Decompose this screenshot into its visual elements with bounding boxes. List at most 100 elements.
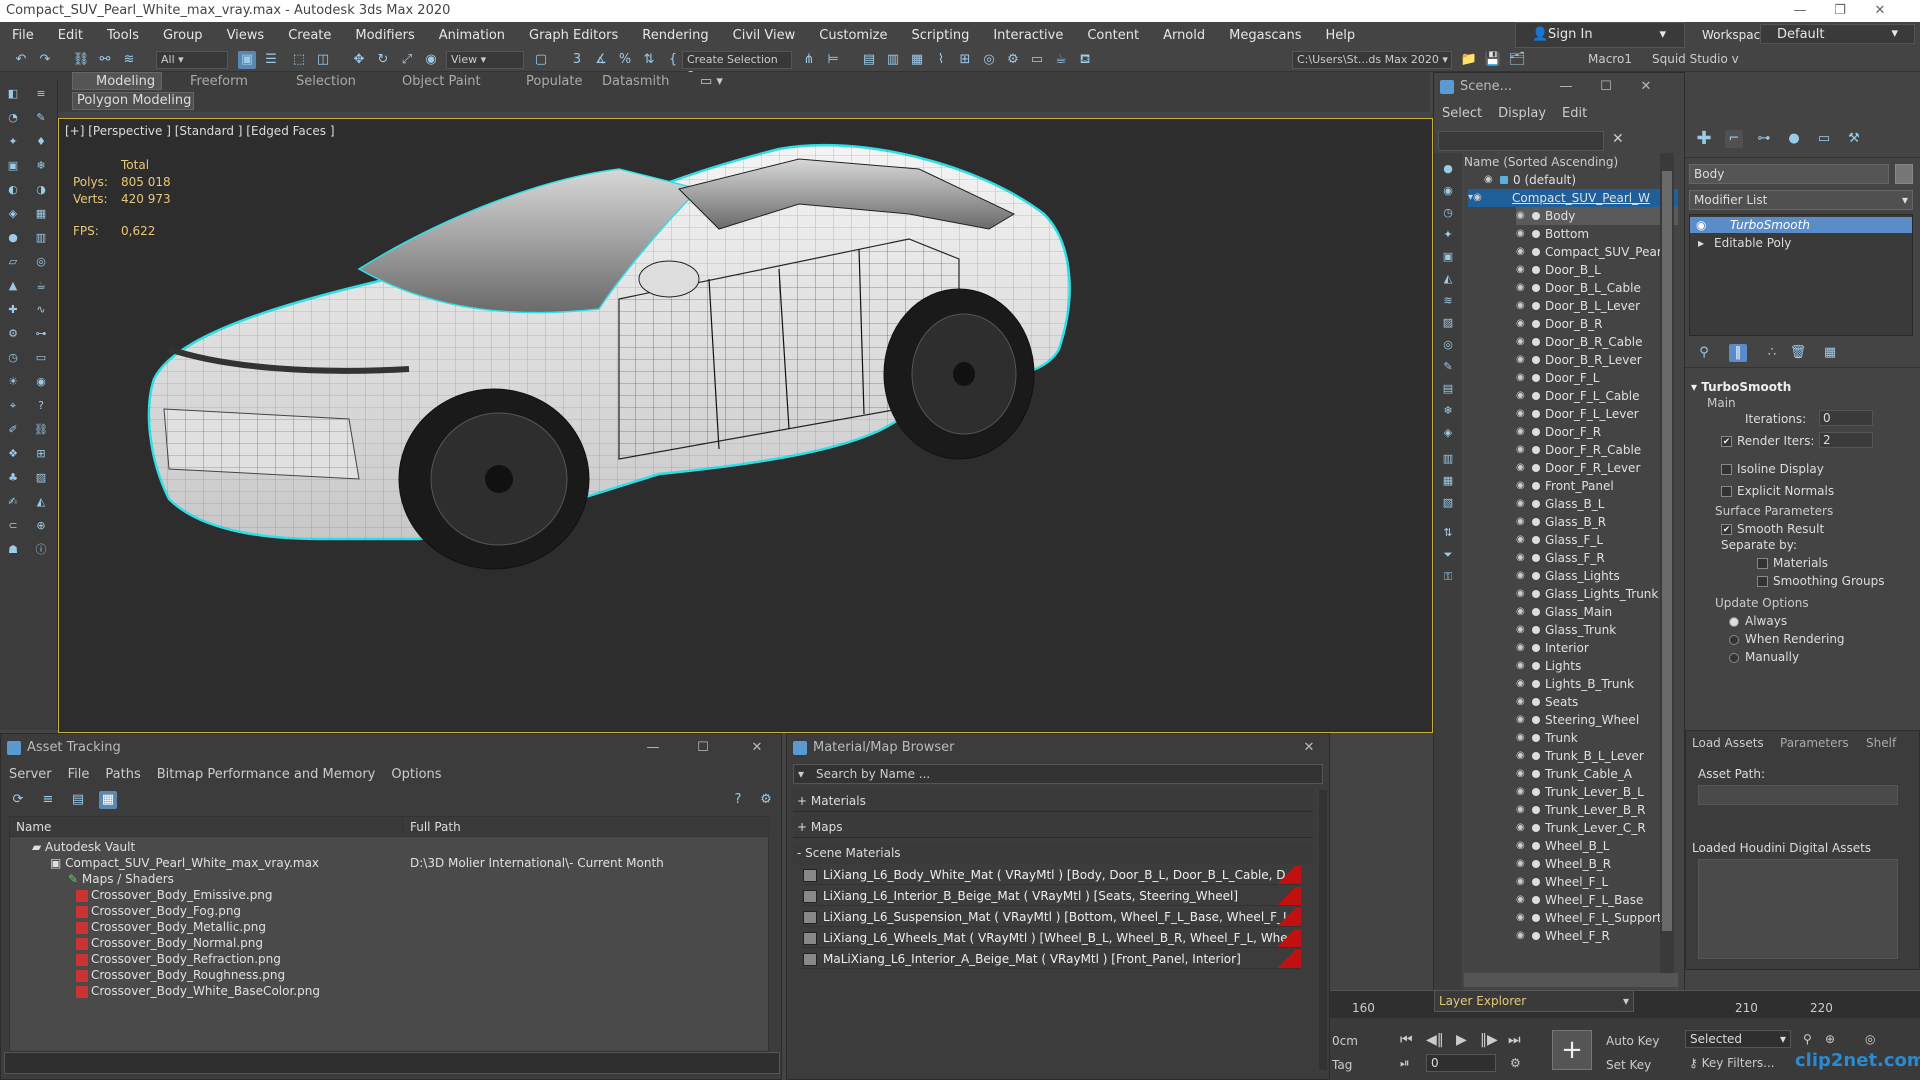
- eye-icon[interactable]: ◉: [1516, 822, 1528, 834]
- scene-material-item[interactable]: MaLiXiang_L6_Interior_A_Beige_Mat ( VRay…: [801, 950, 1301, 969]
- menu-tools[interactable]: Tools: [95, 28, 151, 43]
- materials-row[interactable]: Materials: [1757, 556, 1828, 570]
- close-button[interactable]: ✕: [1626, 73, 1666, 101]
- eye-icon[interactable]: ◉: [1516, 264, 1528, 276]
- bitmap-row[interactable]: Crossover_Body_Emissive.png: [76, 887, 273, 903]
- scene-item[interactable]: ◉ Trunk: [1516, 729, 1678, 747]
- eye-icon[interactable]: ◉: [1516, 750, 1528, 762]
- modifier-list-select[interactable]: Modifier List ▾: [1689, 190, 1913, 210]
- menu-file[interactable]: File: [0, 28, 46, 43]
- layer-default[interactable]: ◉ 0 (default): [1484, 171, 1654, 189]
- target-icon[interactable]: ⊕: [32, 518, 50, 534]
- render-iters-checkbox[interactable]: ✔: [1721, 436, 1732, 447]
- asset-path-input[interactable]: [1698, 785, 1898, 805]
- time-ruler-right[interactable]: 210 220: [1685, 990, 1920, 1018]
- scene-material-item[interactable]: LiXiang_L6_Body_White_Mat ( VRayMtl ) [B…: [801, 866, 1301, 885]
- curve-editor-icon[interactable]: ⌇: [932, 51, 950, 69]
- scene-item[interactable]: ◉ Trunk_Lever_B_R: [1516, 801, 1678, 819]
- render-setup-icon[interactable]: ⚙: [1004, 51, 1022, 69]
- scene-item[interactable]: ◉ Door_B_R_Lever: [1516, 351, 1678, 369]
- smoothing-groups-checkbox[interactable]: [1757, 576, 1768, 587]
- scene-item[interactable]: ◉ Glass_F_R: [1516, 549, 1678, 567]
- auto-key-button[interactable]: Auto Key: [1606, 1034, 1659, 1048]
- when-rendering-row[interactable]: When Rendering: [1729, 632, 1845, 646]
- bone-filter-icon[interactable]: ✎: [1439, 359, 1457, 375]
- scene-item[interactable]: ◉ Door_B_L_Cable: [1516, 279, 1678, 297]
- eye-icon[interactable]: ◉: [1516, 300, 1528, 312]
- grid-view-icon[interactable]: ▦: [99, 791, 117, 809]
- root-object[interactable]: ▾◉ Compact_SUV_Pearl_W: [1468, 189, 1678, 207]
- manually-radio[interactable]: [1729, 652, 1739, 663]
- sync-selection-icon[interactable]: ⇅: [1439, 525, 1457, 541]
- object-color-swatch[interactable]: [1895, 164, 1913, 184]
- reference-coordinate-select[interactable]: View ▾: [446, 51, 524, 69]
- eye-icon[interactable]: ◉: [1516, 678, 1528, 690]
- stack-turbosmooth[interactable]: ◉ TurboSmooth: [1690, 217, 1912, 233]
- search-icon[interactable]: ⚲: [1803, 1032, 1812, 1046]
- eye-icon[interactable]: ◉: [1516, 282, 1528, 294]
- menu-edit[interactable]: Edit: [46, 28, 95, 43]
- menu-modifiers[interactable]: Modifiers: [343, 28, 426, 43]
- particle-icon[interactable]: ❖: [4, 446, 22, 462]
- hide-icon[interactable]: ◐: [4, 182, 22, 198]
- viewport-layout-icon[interactable]: ◧: [4, 86, 22, 102]
- previous-frame-icon[interactable]: ◀‖: [1426, 1032, 1444, 1048]
- geometry-filter-icon[interactable]: ◉: [1439, 183, 1457, 199]
- scene-item[interactable]: ◉ Door_F_R_Lever: [1516, 459, 1678, 477]
- rect-selection-icon[interactable]: ⬚: [290, 51, 308, 69]
- sign-in-button[interactable]: 👤 Sign In ▾: [1515, 22, 1685, 48]
- light-filter-icon[interactable]: ✦: [1439, 227, 1457, 243]
- tab-load-assets[interactable]: Load Assets: [1692, 736, 1764, 750]
- clear-search-icon[interactable]: ✕: [1612, 131, 1624, 147]
- eye-icon[interactable]: ◉: [1516, 840, 1528, 852]
- maps-group[interactable]: + Maps: [793, 816, 1313, 838]
- brush-icon[interactable]: ✍: [4, 494, 22, 510]
- pin-stack-icon[interactable]: ⚲: [1695, 344, 1713, 362]
- eye-icon[interactable]: ◉: [1516, 336, 1528, 348]
- motion-tab-icon[interactable]: ●: [1785, 130, 1803, 148]
- align-icon[interactable]: ⊨: [824, 51, 842, 69]
- close-button[interactable]: ✕: [1289, 734, 1329, 762]
- eye-icon[interactable]: ◉: [1484, 174, 1496, 186]
- scene-item[interactable]: ◉ Front_Panel: [1516, 477, 1678, 495]
- menu-civil-view[interactable]: Civil View: [721, 28, 808, 43]
- torus-icon[interactable]: ◎: [32, 254, 50, 270]
- eye-tool-icon[interactable]: ◉: [32, 374, 50, 390]
- scene-column-header[interactable]: Name (Sorted Ascending): [1464, 155, 1618, 169]
- bitmap-row[interactable]: Crossover_Body_Normal.png: [76, 935, 263, 951]
- magnet-icon[interactable]: ⊂: [4, 518, 22, 534]
- asset-tracking-header[interactable]: Asset Tracking — ☐ ✕: [1, 734, 781, 762]
- menu-file[interactable]: File: [60, 767, 98, 782]
- hierarchy-tab-icon[interactable]: ⊶: [1755, 130, 1773, 148]
- eye-icon[interactable]: ◉: [1516, 210, 1528, 222]
- ribbon-options-icon[interactable]: ▭ ▾: [700, 74, 723, 89]
- key-selection-select[interactable]: Selected ▾: [1685, 1030, 1791, 1048]
- menu-content[interactable]: Content: [1075, 28, 1151, 43]
- bitmap-row[interactable]: Crossover_Body_Roughness.png: [76, 967, 285, 983]
- eye-icon[interactable]: ◉: [1516, 426, 1528, 438]
- scene-item[interactable]: ◉ Trunk_B_L_Lever: [1516, 747, 1678, 765]
- scene-item[interactable]: ◉ Steering_Wheel: [1516, 711, 1678, 729]
- invert-display-icon[interactable]: ▧: [1439, 495, 1457, 511]
- explicit-normals-checkbox[interactable]: [1721, 486, 1732, 497]
- list-view-icon[interactable]: ≡: [39, 791, 57, 809]
- redo-icon[interactable]: ↷: [36, 51, 54, 69]
- spline-icon[interactable]: ∿: [32, 302, 50, 318]
- rendered-frame-icon[interactable]: ▭: [1028, 51, 1046, 69]
- menu-create[interactable]: Create: [276, 28, 343, 43]
- macro-button[interactable]: Macro1: [1588, 52, 1632, 66]
- zoom-icon[interactable]: ⊕: [1825, 1032, 1835, 1046]
- scene-item[interactable]: ◉ Door_F_L: [1516, 369, 1678, 387]
- menu-server[interactable]: Server: [1, 767, 60, 782]
- bind-space-warp-icon[interactable]: ≋: [120, 51, 138, 69]
- selection-filter[interactable]: All ▾: [156, 51, 228, 69]
- snap-tool-icon[interactable]: ⌖: [4, 398, 22, 414]
- hidden-filter-icon[interactable]: ◈: [1439, 425, 1457, 441]
- scene-item[interactable]: ◉ Wheel_F_R: [1516, 927, 1678, 945]
- toggle-ribbon-icon[interactable]: ▦: [908, 51, 926, 69]
- ribbon-tab-object-paint[interactable]: Object Paint: [402, 74, 481, 89]
- teapot-icon[interactable]: ☕: [32, 278, 50, 294]
- menu-views[interactable]: Views: [215, 28, 277, 43]
- maps-row[interactable]: ✎ Maps / Shaders: [68, 871, 174, 887]
- link-tool-icon[interactable]: ⛓: [32, 422, 50, 438]
